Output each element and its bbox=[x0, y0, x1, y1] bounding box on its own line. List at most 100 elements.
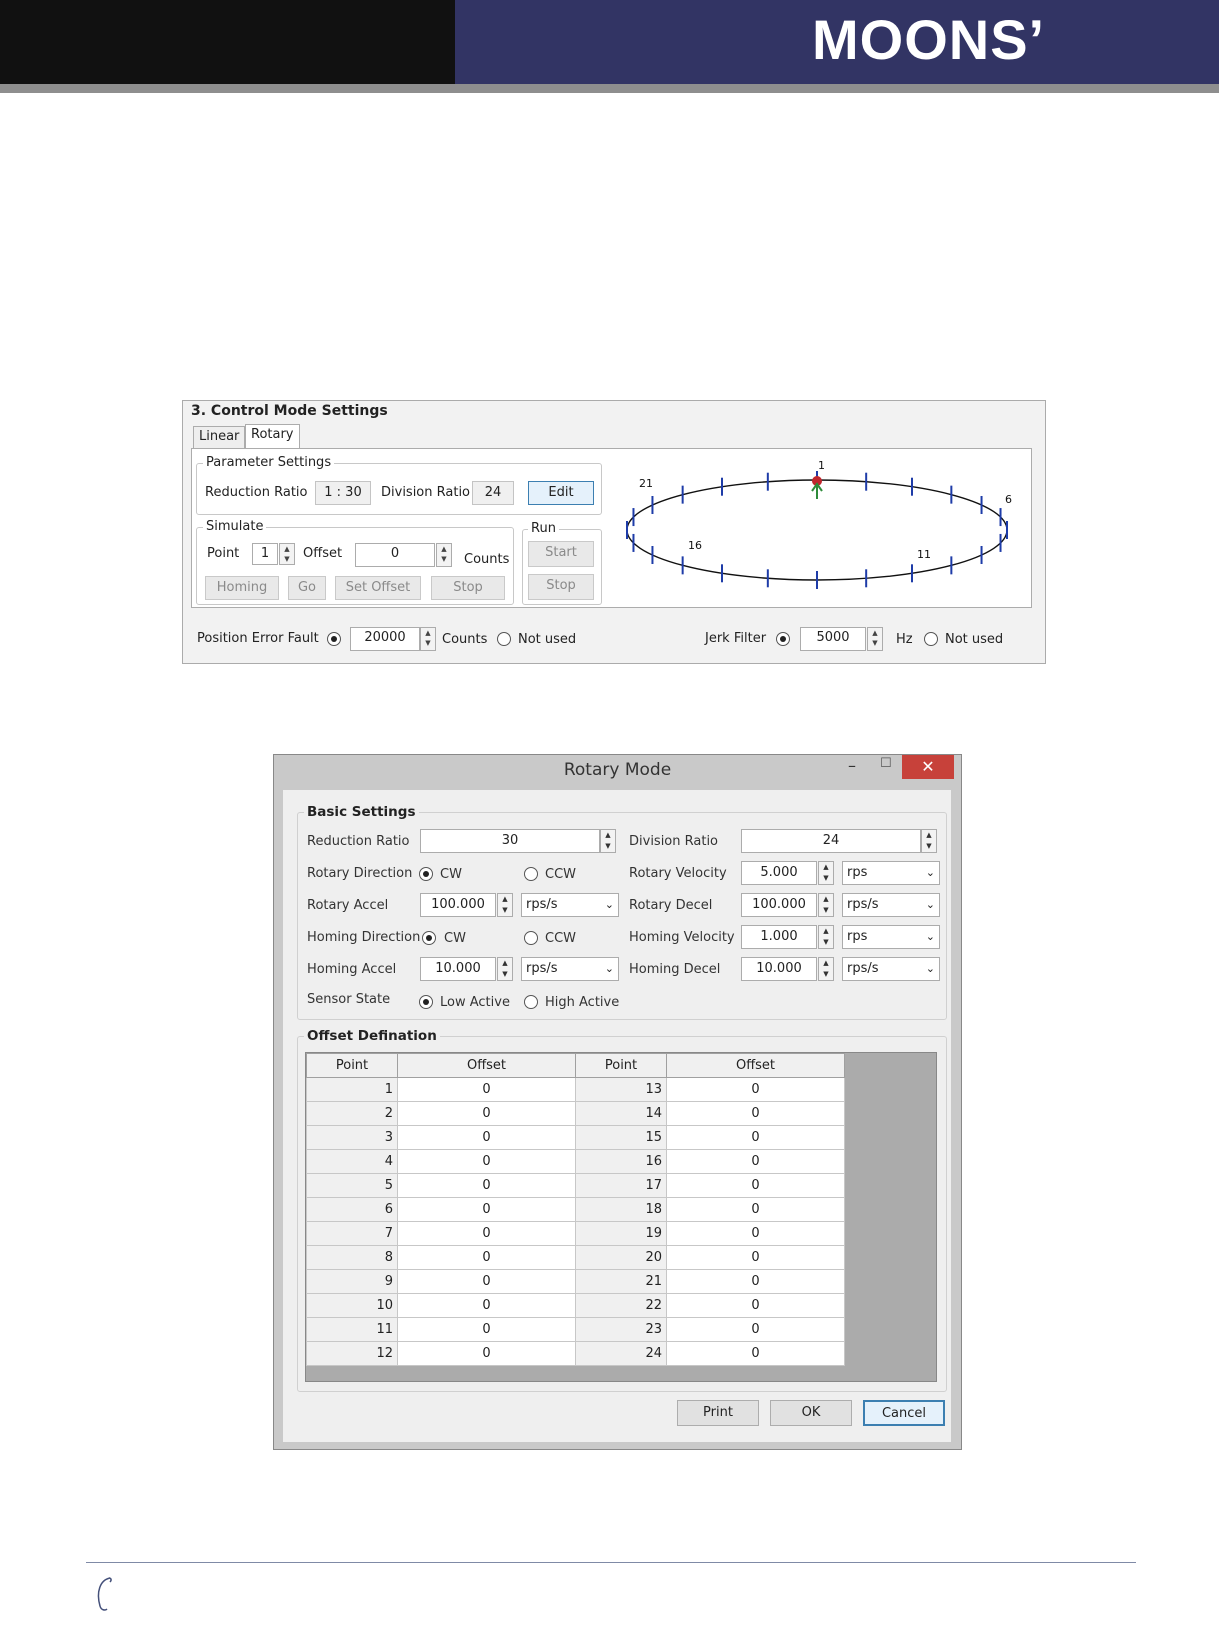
run-stop-button[interactable]: Stop bbox=[528, 574, 594, 600]
tab-rotary[interactable]: Rotary bbox=[245, 424, 300, 448]
reduction-ratio-label: Reduction Ratio bbox=[307, 834, 410, 849]
rotary-direction-cw-radio[interactable] bbox=[419, 867, 433, 881]
parameter-settings-title: Parameter Settings bbox=[203, 455, 335, 471]
point-cell: 20 bbox=[575, 1245, 667, 1270]
offset-cell[interactable]: 0 bbox=[397, 1197, 576, 1222]
offset-cell[interactable]: 0 bbox=[666, 1077, 845, 1102]
rotary-decel-input[interactable]: 100.000 bbox=[741, 893, 817, 917]
offset-cell[interactable]: 0 bbox=[397, 1077, 576, 1102]
reduction-ratio-input[interactable]: 30 bbox=[420, 829, 600, 853]
offset-cell[interactable]: 0 bbox=[666, 1317, 845, 1342]
table-row: 10 0 22 0 bbox=[306, 1293, 845, 1318]
homing-velocity-input[interactable]: 1.000 bbox=[741, 925, 817, 949]
minimize-icon[interactable]: – bbox=[848, 756, 856, 775]
offset-cell[interactable]: 0 bbox=[666, 1149, 845, 1174]
ok-button[interactable]: OK bbox=[770, 1400, 852, 1426]
print-button[interactable]: Print bbox=[677, 1400, 759, 1426]
edit-button[interactable]: Edit bbox=[528, 481, 594, 505]
offset-cell[interactable]: 0 bbox=[666, 1293, 845, 1318]
position-error-spinner[interactable]: ▲ ▼ bbox=[420, 627, 436, 651]
position-error-value-radio[interactable] bbox=[327, 632, 341, 646]
go-button[interactable]: Go bbox=[288, 576, 326, 600]
rotary-direction-cw-label: CW bbox=[440, 867, 462, 882]
point-cell: 8 bbox=[306, 1245, 398, 1270]
rotary-decel-unit-select[interactable]: rps/s ⌄ bbox=[842, 893, 940, 917]
homing-decel-spinner[interactable]: ▲ ▼ bbox=[818, 957, 834, 981]
simulate-title: Simulate bbox=[203, 519, 267, 535]
homing-button[interactable]: Homing bbox=[205, 576, 279, 600]
jerk-filter-spinner[interactable]: ▲ ▼ bbox=[867, 627, 883, 651]
jerk-filter-label: Jerk Filter bbox=[705, 631, 767, 646]
point-cell: 10 bbox=[306, 1293, 398, 1318]
jerk-filter-not-used-radio[interactable] bbox=[924, 632, 938, 646]
offset-cell[interactable]: 0 bbox=[397, 1245, 576, 1270]
homing-direction-ccw-radio[interactable] bbox=[524, 931, 538, 945]
offset-label: Offset bbox=[303, 546, 343, 561]
offset-cell[interactable]: 0 bbox=[397, 1221, 576, 1246]
offset-cell[interactable]: 0 bbox=[666, 1221, 845, 1246]
homing-accel-spinner[interactable]: ▲ ▼ bbox=[497, 957, 513, 981]
offset-spinner[interactable]: ▲ ▼ bbox=[436, 543, 452, 567]
homing-decel-input[interactable]: 10.000 bbox=[741, 957, 817, 981]
rotary-velocity-spinner[interactable]: ▲ ▼ bbox=[818, 861, 834, 885]
jerk-filter-input[interactable]: 5000 bbox=[800, 627, 866, 651]
point-cell: 18 bbox=[575, 1197, 667, 1222]
point-spinner[interactable]: ▲ ▼ bbox=[279, 543, 295, 565]
rotary-decel-label: Rotary Decel bbox=[629, 898, 713, 913]
homing-direction-label: Homing Direction bbox=[307, 930, 421, 945]
offset-cell[interactable]: 0 bbox=[397, 1173, 576, 1198]
division-ratio-spinner[interactable]: ▲ ▼ bbox=[921, 829, 937, 853]
set-offset-button[interactable]: Set Offset bbox=[335, 576, 421, 600]
homing-direction-cw-radio[interactable] bbox=[422, 931, 436, 945]
column-header-point: Point bbox=[575, 1053, 667, 1078]
offset-cell[interactable]: 0 bbox=[666, 1269, 845, 1294]
dial-label-6: 6 bbox=[1005, 493, 1012, 506]
rotary-accel-unit-select[interactable]: rps/s ⌄ bbox=[521, 893, 619, 917]
offset-cell[interactable]: 0 bbox=[397, 1269, 576, 1294]
chevron-down-icon: ⌄ bbox=[925, 898, 935, 911]
rotary-direction-ccw-radio[interactable] bbox=[524, 867, 538, 881]
offset-cell[interactable]: 0 bbox=[666, 1125, 845, 1150]
offset-cell[interactable]: 0 bbox=[397, 1149, 576, 1174]
homing-decel-unit-select[interactable]: rps/s ⌄ bbox=[842, 957, 940, 981]
homing-accel-label: Homing Accel bbox=[307, 962, 397, 977]
point-input[interactable]: 1 bbox=[252, 543, 278, 565]
division-ratio-input[interactable]: 24 bbox=[741, 829, 921, 853]
homing-accel-input[interactable]: 10.000 bbox=[420, 957, 496, 981]
offset-cell[interactable]: 0 bbox=[397, 1341, 576, 1366]
cancel-button[interactable]: Cancel bbox=[863, 1400, 945, 1426]
rotary-velocity-input[interactable]: 5.000 bbox=[741, 861, 817, 885]
offset-cell[interactable]: 0 bbox=[666, 1173, 845, 1198]
rotary-decel-spinner[interactable]: ▲ ▼ bbox=[818, 893, 834, 917]
rotary-accel-spinner[interactable]: ▲ ▼ bbox=[497, 893, 513, 917]
close-icon[interactable]: ✕ bbox=[902, 755, 954, 779]
run-start-button[interactable]: Start bbox=[528, 541, 594, 567]
maximize-icon[interactable]: ☐ bbox=[880, 756, 892, 771]
rotary-direction-ccw-label: CCW bbox=[545, 867, 577, 882]
position-error-not-used-radio[interactable] bbox=[497, 632, 511, 646]
rotary-accel-input[interactable]: 100.000 bbox=[420, 893, 496, 917]
offset-cell[interactable]: 0 bbox=[397, 1125, 576, 1150]
offset-cell[interactable]: 0 bbox=[397, 1293, 576, 1318]
reduction-ratio-spinner[interactable]: ▲ ▼ bbox=[600, 829, 616, 853]
offset-cell[interactable]: 0 bbox=[666, 1341, 845, 1366]
position-error-input[interactable]: 20000 bbox=[350, 627, 420, 651]
homing-accel-unit-select[interactable]: rps/s ⌄ bbox=[521, 957, 619, 981]
simulate-stop-button[interactable]: Stop bbox=[431, 576, 505, 600]
jerk-filter-value-radio[interactable] bbox=[776, 632, 790, 646]
sensor-low-active-radio[interactable] bbox=[419, 995, 433, 1009]
rotary-velocity-unit-select[interactable]: rps ⌄ bbox=[842, 861, 940, 885]
homing-velocity-unit-select[interactable]: rps ⌄ bbox=[842, 925, 940, 949]
offset-input[interactable]: 0 bbox=[355, 543, 435, 567]
point-cell: 23 bbox=[575, 1317, 667, 1342]
offset-cell[interactable]: 0 bbox=[397, 1317, 576, 1342]
run-title: Run bbox=[528, 521, 559, 537]
rotary-accel-label: Rotary Accel bbox=[307, 898, 389, 913]
tab-linear[interactable]: Linear bbox=[193, 426, 246, 448]
offset-cell[interactable]: 0 bbox=[397, 1101, 576, 1126]
homing-velocity-spinner[interactable]: ▲ ▼ bbox=[818, 925, 834, 949]
offset-cell[interactable]: 0 bbox=[666, 1101, 845, 1126]
sensor-high-active-radio[interactable] bbox=[524, 995, 538, 1009]
offset-cell[interactable]: 0 bbox=[666, 1245, 845, 1270]
offset-cell[interactable]: 0 bbox=[666, 1197, 845, 1222]
